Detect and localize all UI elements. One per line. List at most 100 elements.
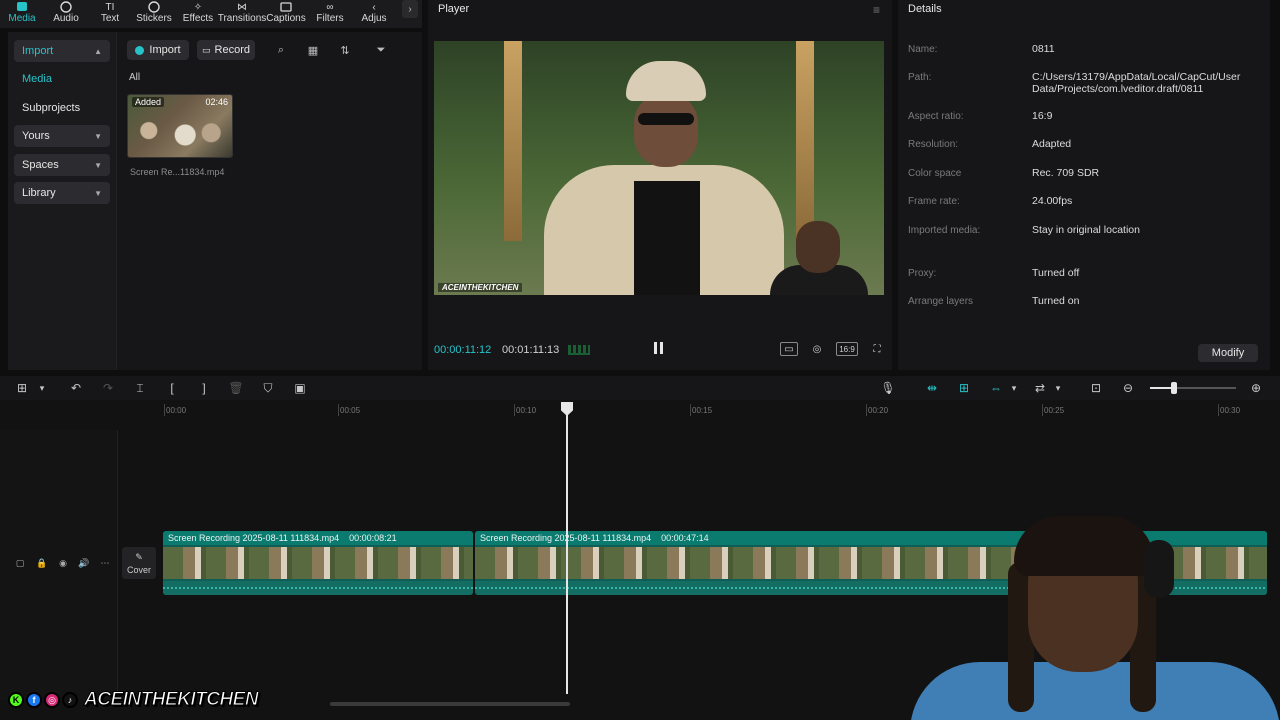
filter-all-label[interactable]: All	[129, 72, 140, 83]
chevron-down-icon: ▼	[94, 160, 102, 170]
tab-transitions[interactable]: ⋈ Transitions	[217, 0, 267, 28]
eye-icon[interactable]: ◉	[57, 558, 69, 568]
detail-key: Resolution:	[908, 139, 959, 150]
text-icon: TI	[105, 1, 115, 13]
delete-icon[interactable]: 🗑	[228, 381, 244, 395]
tab-text[interactable]: TI Text	[88, 0, 132, 28]
tab-label: Adjus	[361, 13, 387, 24]
media-sidebar: Import ▲ Media Subprojects Yours ▼ Space…	[8, 32, 116, 370]
sidebar-item-import[interactable]: Import ▲	[14, 40, 110, 62]
layout-icon[interactable]: ⊞	[14, 381, 30, 395]
preview-axis-icon[interactable]: ⇄	[1032, 381, 1048, 395]
tab-media[interactable]: Media	[0, 0, 44, 28]
zoom-slider-handle[interactable]	[1171, 382, 1177, 394]
stream-branding: K f ◎ ♪ ACEINTHEKITCHEN	[8, 688, 259, 712]
tab-adjust[interactable]: ‹ Adjus	[352, 0, 396, 28]
detail-key: Proxy:	[908, 268, 937, 279]
tiki-torch-left	[504, 41, 522, 241]
cover-button[interactable]: ✎ Cover	[122, 547, 156, 579]
tab-effects[interactable]: ✧ Effects	[176, 0, 220, 28]
player-panel: Player ≡ ACEINTHEKITCHEN 00:00:11:12 00:…	[428, 0, 892, 370]
import-button[interactable]: Import	[127, 40, 189, 60]
thumbnail-caption: Screen Re...11834.mp4	[130, 167, 225, 177]
chevron-down-icon[interactable]: ▾	[1050, 381, 1066, 395]
chevron-down-icon[interactable]: ▾	[34, 381, 50, 395]
speaker-icon[interactable]: 🔊	[78, 558, 90, 568]
chevron-up-icon: ▲	[94, 46, 102, 56]
clip-duration: 00:00:47:14	[661, 533, 709, 543]
clip-header: Screen Recording 2025-08-11 111834.mp4 00…	[163, 531, 473, 545]
magnet-icon[interactable]: ⊞	[956, 381, 972, 395]
sidebar-item-library[interactable]: Library ▼	[14, 182, 110, 204]
detail-value: Stay in original location	[1032, 224, 1140, 236]
video-preview[interactable]: ACEINTHEKITCHEN	[434, 41, 884, 295]
zoom-out-icon[interactable]: ⊖	[1120, 381, 1136, 395]
playhead[interactable]	[566, 414, 568, 694]
snap-icon[interactable]: ⇔	[988, 381, 1004, 395]
trim-right-icon[interactable]: ]	[196, 381, 212, 395]
modify-button[interactable]: Modify	[1198, 344, 1258, 362]
detail-key: Aspect ratio:	[908, 111, 964, 122]
search-icon[interactable]: ⌕	[273, 42, 289, 58]
more-icon[interactable]: ⋯	[99, 558, 111, 568]
split-icon[interactable]: ⌶	[132, 381, 148, 395]
trim-left-icon[interactable]: [	[164, 381, 180, 395]
sidebar-item-yours[interactable]: Yours ▼	[14, 125, 110, 147]
menu-icon[interactable]: ≡	[873, 3, 880, 17]
adjust-icon: ‹	[372, 1, 376, 13]
zoom-in-icon[interactable]: ⊕	[1248, 381, 1264, 395]
screenshot-icon[interactable]: ◎	[808, 342, 826, 356]
link-icon[interactable]: ⇹	[924, 381, 940, 395]
sidebar-item-media[interactable]: Media	[14, 68, 110, 90]
detail-key: Arrange layers	[908, 296, 974, 307]
filters-icon: ∞	[326, 1, 334, 13]
detail-key: Name:	[908, 44, 938, 55]
timeline-clip[interactable]: Screen Recording 2025-08-11 111834.mp4 00…	[163, 531, 473, 595]
pause-button[interactable]	[654, 342, 666, 356]
marker-icon[interactable]: ⛉	[260, 381, 276, 395]
fit-icon[interactable]: ▭	[780, 342, 798, 356]
media-panel: Import ▭ Record ⌕ ▦ ⇅ ⏷ All Added 02:46 …	[116, 32, 422, 370]
caption-icon[interactable]: ⊡	[1088, 381, 1104, 395]
detail-value: Turned off	[1032, 267, 1080, 279]
fullscreen-icon[interactable]: ⛶	[868, 342, 886, 356]
timeline-scrollbar[interactable]	[330, 702, 570, 706]
media-thumbnail[interactable]: Added 02:46	[127, 94, 233, 158]
ratio-button[interactable]: 16:9	[836, 342, 858, 356]
audio-icon	[59, 1, 73, 13]
grid-view-icon[interactable]: ▦	[305, 42, 321, 58]
tab-label: Filters	[316, 13, 344, 24]
redo-icon[interactable]: ↷	[100, 381, 116, 395]
sidebar-item-subprojects[interactable]: Subprojects	[14, 97, 110, 119]
added-badge: Added	[132, 97, 165, 107]
image-icon[interactable]: ▣	[292, 381, 308, 395]
tab-audio[interactable]: Audio	[44, 0, 88, 28]
sidebar-item-label: Yours	[22, 130, 50, 142]
filter-icon[interactable]: ⏷	[373, 42, 389, 58]
effects-icon: ✧	[193, 1, 203, 13]
video-reactor-cam	[764, 221, 874, 295]
captions-icon	[279, 2, 293, 12]
tab-label: Captions	[266, 13, 306, 24]
undo-icon[interactable]: ↶	[68, 381, 84, 395]
chevron-down-icon[interactable]: ▾	[1006, 381, 1022, 395]
edit-icon: ✎	[135, 551, 143, 562]
tab-stickers[interactable]: Stickers	[132, 0, 176, 28]
tab-filters[interactable]: ∞ Filters	[308, 0, 352, 28]
tab-captions[interactable]: Captions	[264, 0, 308, 28]
media-icon	[15, 2, 29, 12]
player-title: Player	[438, 3, 470, 15]
detail-value: 24.00fps	[1032, 195, 1073, 207]
audio-meter	[568, 345, 590, 355]
facebook-icon: f	[26, 692, 42, 708]
ruler-tick	[1042, 404, 1043, 416]
tab-label: Transitions	[217, 13, 267, 24]
record-button[interactable]: ▭ Record	[197, 40, 255, 60]
sort-icon[interactable]: ⇅	[337, 42, 353, 58]
lock-icon[interactable]: 🔒	[36, 558, 48, 568]
chevron-right-icon[interactable]: ›	[402, 0, 418, 18]
ruler-tick	[164, 404, 165, 416]
sidebar-item-spaces[interactable]: Spaces ▼	[14, 154, 110, 176]
ruler-label: 00:25	[1044, 406, 1065, 415]
microphone-icon[interactable]: 🎙	[880, 381, 896, 395]
